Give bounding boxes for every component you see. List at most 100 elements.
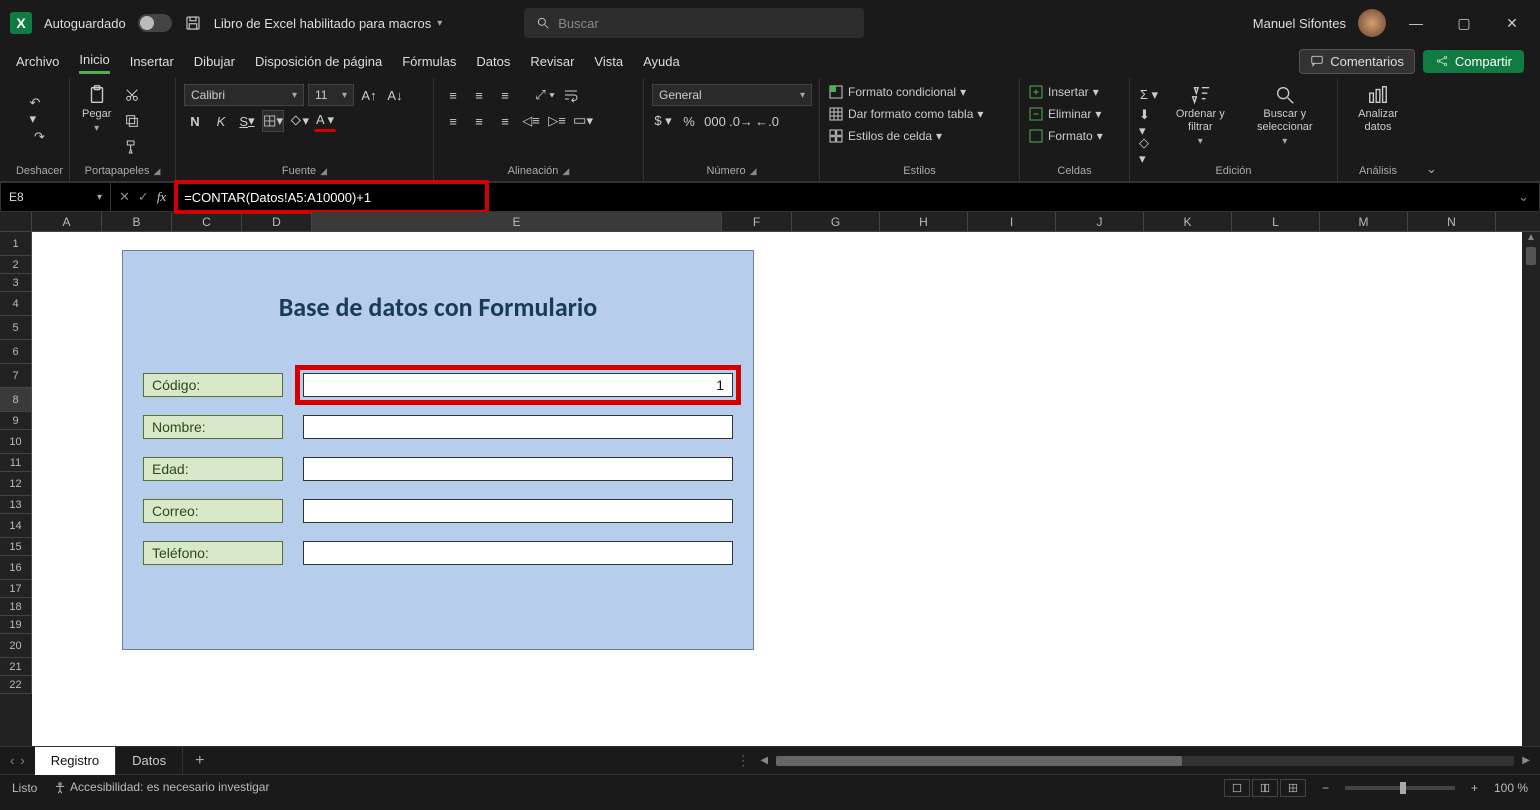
comma-format-button[interactable]: 000 bbox=[704, 110, 726, 132]
col-header[interactable]: G bbox=[792, 212, 880, 231]
row-header[interactable]: 7 bbox=[0, 364, 32, 388]
tab-formulas[interactable]: Fórmulas bbox=[402, 50, 456, 73]
tab-vista[interactable]: Vista bbox=[594, 50, 623, 73]
minimize-button[interactable]: — bbox=[1398, 8, 1434, 38]
next-sheet-button[interactable]: › bbox=[20, 753, 24, 768]
tab-datos[interactable]: Datos bbox=[476, 50, 510, 73]
row-header[interactable]: 3 bbox=[0, 274, 32, 292]
name-box[interactable]: E8▾ bbox=[1, 183, 111, 211]
align-middle-button[interactable]: ≡ bbox=[468, 84, 490, 106]
wrap-text-button[interactable] bbox=[560, 84, 582, 106]
increase-indent-button[interactable]: ▷≡ bbox=[546, 110, 568, 132]
tab-ayuda[interactable]: Ayuda bbox=[643, 50, 680, 73]
cancel-formula-icon[interactable]: ✕ bbox=[119, 189, 130, 205]
field-input-edad[interactable] bbox=[303, 457, 733, 481]
user-avatar[interactable] bbox=[1358, 9, 1386, 37]
close-button[interactable]: ✕ bbox=[1494, 8, 1530, 38]
number-dialog-launcher[interactable]: ◢ bbox=[750, 166, 757, 177]
tab-insertar[interactable]: Insertar bbox=[130, 50, 174, 73]
insert-cells-button[interactable]: Insertar ▾ bbox=[1028, 84, 1099, 100]
zoom-level[interactable]: 100 % bbox=[1494, 781, 1528, 795]
col-header[interactable]: E bbox=[312, 212, 722, 231]
page-break-view-button[interactable] bbox=[1280, 779, 1306, 797]
col-header[interactable]: K bbox=[1144, 212, 1232, 231]
cell-styles-button[interactable]: Estilos de celda ▾ bbox=[828, 128, 942, 144]
format-as-table-button[interactable]: Dar formato como tabla ▾ bbox=[828, 106, 983, 122]
align-top-button[interactable]: ≡ bbox=[442, 84, 464, 106]
tab-disposicion[interactable]: Disposición de página bbox=[255, 50, 382, 73]
clipboard-dialog-launcher[interactable]: ◢ bbox=[153, 166, 160, 177]
find-select-button[interactable]: Buscar y seleccionar▾ bbox=[1241, 84, 1329, 148]
col-header[interactable]: I bbox=[968, 212, 1056, 231]
align-right-button[interactable]: ≡ bbox=[494, 110, 516, 132]
row-header[interactable]: 22 bbox=[0, 676, 32, 694]
col-header[interactable]: N bbox=[1408, 212, 1496, 231]
font-size-dropdown[interactable]: 11▾ bbox=[308, 84, 354, 106]
row-header[interactable]: 19 bbox=[0, 616, 32, 634]
field-input-nombre[interactable] bbox=[303, 415, 733, 439]
row-header[interactable]: 14 bbox=[0, 514, 32, 538]
decrease-indent-button[interactable]: ◁≡ bbox=[520, 110, 542, 132]
horizontal-scrollbar[interactable]: ◀ ▶ bbox=[750, 755, 1540, 766]
align-center-button[interactable]: ≡ bbox=[468, 110, 490, 132]
clear-button[interactable]: ◇ ▾ bbox=[1138, 140, 1160, 162]
zoom-slider[interactable] bbox=[1345, 786, 1455, 790]
autosave-toggle[interactable] bbox=[138, 14, 172, 32]
increase-font-button[interactable]: A↑ bbox=[358, 84, 380, 106]
maximize-button[interactable]: ▢ bbox=[1446, 8, 1482, 38]
col-header[interactable]: C bbox=[172, 212, 242, 231]
field-input-telefono[interactable] bbox=[303, 541, 733, 565]
italic-button[interactable]: K bbox=[210, 110, 232, 132]
row-header[interactable]: 13 bbox=[0, 496, 32, 514]
row-header[interactable]: 9 bbox=[0, 412, 32, 430]
col-header[interactable]: B bbox=[102, 212, 172, 231]
alignment-dialog-launcher[interactable]: ◢ bbox=[562, 166, 569, 177]
accessibility-status[interactable]: Accesibilidad: es necesario investigar bbox=[53, 780, 269, 795]
formula-input[interactable]: =CONTAR(Datos!A5:A10000)+1 bbox=[174, 180, 489, 214]
field-input-correo[interactable] bbox=[303, 499, 733, 523]
orientation-button[interactable]: ⤢ ▾ bbox=[534, 84, 556, 106]
underline-button[interactable]: S ▾ bbox=[236, 110, 258, 132]
expand-formula-bar-button[interactable]: ⌄ bbox=[1508, 189, 1539, 205]
share-button[interactable]: Compartir bbox=[1423, 50, 1524, 73]
font-color-button[interactable]: A ▾ bbox=[314, 110, 336, 132]
number-format-dropdown[interactable]: General▾ bbox=[652, 84, 812, 106]
col-header[interactable]: L bbox=[1232, 212, 1320, 231]
select-all-button[interactable] bbox=[0, 212, 32, 231]
zoom-out-button[interactable]: − bbox=[1322, 781, 1329, 795]
conditional-format-button[interactable]: Formato condicional ▾ bbox=[828, 84, 966, 100]
analyze-data-button[interactable]: Analizar datos bbox=[1346, 84, 1410, 134]
search-box[interactable]: Buscar bbox=[524, 8, 864, 38]
delete-cells-button[interactable]: Eliminar ▾ bbox=[1028, 106, 1101, 122]
paste-button[interactable]: Pegar ▾ bbox=[78, 84, 115, 135]
undo-button[interactable]: ↶ ▾ bbox=[29, 100, 51, 122]
col-header[interactable]: M bbox=[1320, 212, 1408, 231]
prev-sheet-button[interactable]: ‹ bbox=[10, 753, 14, 768]
row-header[interactable]: 8 bbox=[0, 388, 32, 412]
field-input-codigo[interactable]: 1 bbox=[303, 373, 733, 397]
save-icon[interactable] bbox=[184, 14, 202, 32]
row-header[interactable]: 6 bbox=[0, 340, 32, 364]
borders-button[interactable]: ▾ bbox=[262, 110, 284, 132]
align-left-button[interactable]: ≡ bbox=[442, 110, 464, 132]
add-sheet-button[interactable]: + bbox=[183, 752, 216, 770]
row-header[interactable]: 10 bbox=[0, 430, 32, 454]
row-header[interactable]: 11 bbox=[0, 454, 32, 472]
autosum-button[interactable]: Σ ▾ bbox=[1138, 84, 1160, 106]
redo-button[interactable]: ↷ bbox=[29, 126, 51, 148]
row-header[interactable]: 15 bbox=[0, 538, 32, 556]
copy-button[interactable] bbox=[121, 110, 143, 132]
row-header[interactable]: 4 bbox=[0, 292, 32, 316]
col-header[interactable]: F bbox=[722, 212, 792, 231]
tab-inicio[interactable]: Inicio bbox=[79, 48, 109, 74]
comments-button[interactable]: Comentarios bbox=[1299, 49, 1415, 74]
font-name-dropdown[interactable]: Calibri▾ bbox=[184, 84, 304, 106]
row-header[interactable]: 5 bbox=[0, 316, 32, 340]
row-header[interactable]: 12 bbox=[0, 472, 32, 496]
zoom-in-button[interactable]: + bbox=[1471, 781, 1478, 795]
sort-filter-button[interactable]: Ordenar y filtrar▾ bbox=[1166, 84, 1235, 148]
enter-formula-icon[interactable]: ✓ bbox=[138, 189, 149, 205]
decrease-font-button[interactable]: A↓ bbox=[384, 84, 406, 106]
cut-button[interactable] bbox=[121, 84, 143, 106]
collapse-ribbon-button[interactable]: ⌄ bbox=[1418, 157, 1445, 181]
